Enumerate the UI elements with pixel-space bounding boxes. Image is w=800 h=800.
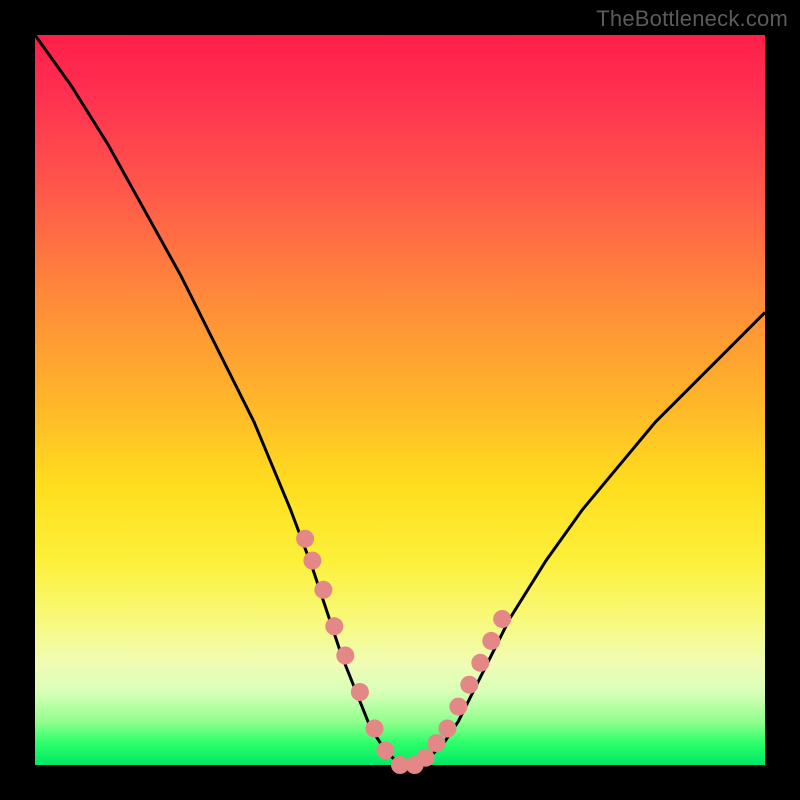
curve-marker bbox=[314, 581, 332, 599]
watermark-text: TheBottleneck.com bbox=[596, 6, 788, 32]
bottleneck-curve bbox=[35, 35, 765, 765]
plot-area bbox=[35, 35, 765, 765]
curve-path bbox=[35, 35, 765, 765]
marker-group bbox=[296, 530, 511, 774]
curve-marker bbox=[449, 698, 467, 716]
curve-marker bbox=[296, 530, 314, 548]
curve-marker bbox=[428, 734, 446, 752]
curve-marker bbox=[376, 741, 394, 759]
curve-marker bbox=[493, 610, 511, 628]
curve-marker bbox=[438, 720, 456, 738]
curve-marker bbox=[471, 654, 489, 672]
chart-frame: TheBottleneck.com bbox=[0, 0, 800, 800]
curve-marker bbox=[336, 647, 354, 665]
curve-marker bbox=[366, 720, 384, 738]
curve-marker bbox=[303, 552, 321, 570]
curve-marker bbox=[417, 749, 435, 767]
curve-marker bbox=[351, 683, 369, 701]
curve-marker bbox=[460, 676, 478, 694]
curve-marker bbox=[482, 632, 500, 650]
curve-layer bbox=[35, 35, 765, 765]
curve-marker bbox=[325, 617, 343, 635]
